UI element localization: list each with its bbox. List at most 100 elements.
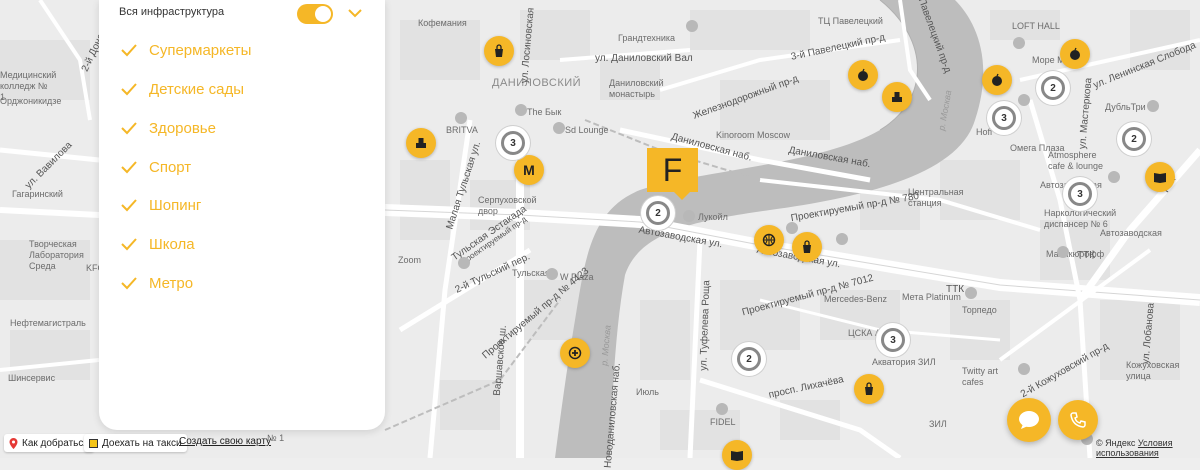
apple-icon	[1070, 47, 1080, 60]
poi-icon	[458, 257, 470, 269]
poi-icon	[686, 20, 698, 32]
poi-icon	[546, 268, 558, 280]
poi-label: LOFT HALL	[1012, 21, 1060, 31]
create-map-link[interactable]: Создать свою карту	[179, 436, 271, 447]
health-pin[interactable]	[1060, 39, 1090, 69]
kindergarten-pin[interactable]	[882, 82, 912, 112]
basketball-icon	[762, 233, 776, 247]
filter-label: Спорт	[149, 158, 192, 176]
poi-label: The Бык	[527, 107, 562, 117]
filter-label: Супермаркеты	[149, 41, 252, 59]
property-marker-letter: F	[662, 151, 683, 188]
book-icon	[1154, 173, 1166, 183]
health-pin[interactable]	[560, 338, 590, 368]
filter-label: Школа	[149, 235, 195, 253]
health-pin[interactable]	[982, 65, 1012, 95]
filter-sport[interactable]: Спорт	[121, 157, 191, 177]
poi-label: ДубльТри	[1105, 102, 1146, 112]
poi-label: ТЦ Павелецкий	[818, 16, 883, 26]
filter-shopping[interactable]: Шопинг	[121, 195, 201, 215]
poi-icon	[683, 210, 695, 222]
poi-label: Нефтемагистраль	[10, 318, 86, 328]
filter-kindergartens[interactable]: Детские сады	[121, 79, 244, 99]
poi-icon	[1147, 100, 1159, 112]
filter-school[interactable]: Школа	[121, 234, 195, 254]
metro-letter: М	[523, 162, 535, 178]
filter-supermarkets[interactable]: Супермаркеты	[121, 40, 251, 60]
filter-label: Здоровье	[149, 119, 216, 137]
checkmark-icon	[121, 82, 137, 95]
checkmark-icon	[121, 276, 137, 289]
blocks-icon	[416, 138, 426, 148]
poi-label: Лукойл	[698, 212, 728, 222]
copyright-text: © Яндекс	[1096, 438, 1136, 448]
poi-label: Июль	[636, 387, 659, 397]
poi-label: BRITVA	[446, 125, 478, 135]
filter-label: Шопинг	[149, 196, 202, 214]
blocks-icon	[892, 92, 902, 102]
supermarket-pin[interactable]	[484, 36, 514, 66]
cluster-marker[interactable]: 2	[732, 342, 766, 376]
metro-pin[interactable]: М	[514, 155, 544, 185]
shopping-pin[interactable]	[792, 232, 822, 262]
cluster-marker[interactable]: 3	[1063, 177, 1097, 211]
chat-bubble-icon	[1019, 411, 1039, 429]
directions-button[interactable]: Как добраться	[4, 434, 94, 452]
call-button[interactable]	[1058, 400, 1098, 440]
kindergarten-pin[interactable]	[406, 128, 436, 158]
cluster-marker[interactable]: 3	[496, 126, 530, 160]
poi-icon	[836, 233, 848, 245]
location-pin-icon	[9, 437, 18, 449]
poi-label: Грандтехника	[618, 33, 676, 43]
taxi-label: Доехать на такси	[102, 437, 182, 449]
cluster-marker[interactable]: 3	[876, 323, 910, 357]
poi-icon	[1057, 246, 1069, 258]
chat-button[interactable]	[1007, 398, 1051, 442]
infrastructure-filter-panel: Вся инфраструктура Супермаркеты Детские …	[99, 0, 385, 430]
sport-pin[interactable]	[754, 225, 784, 255]
all-infrastructure-toggle[interactable]	[297, 4, 333, 24]
filter-label: Метро	[149, 274, 194, 292]
metro-label: ЗИЛ	[929, 419, 947, 429]
checkmark-icon	[121, 198, 137, 211]
apple-icon	[992, 73, 1002, 86]
cluster-marker[interactable]: 2	[1117, 122, 1151, 156]
poi-label: Кофемания	[418, 18, 467, 28]
poi-label: Шинсервис	[8, 373, 56, 383]
filter-metro[interactable]: Метро	[121, 273, 193, 293]
chevron-down-icon[interactable]	[347, 6, 363, 20]
poi-label: Маникюрофф	[1046, 249, 1105, 259]
poi-icon	[1013, 37, 1025, 49]
toggle-knob	[315, 6, 331, 22]
poi-label: Мета Platinum	[902, 292, 961, 302]
cluster-marker[interactable]: 2	[1036, 71, 1070, 105]
all-infrastructure-label: Вся инфраструктура	[119, 6, 225, 18]
filter-health[interactable]: Здоровье	[121, 118, 216, 138]
school-pin[interactable]	[722, 440, 752, 470]
poi-icon	[515, 104, 527, 116]
health-pin[interactable]	[848, 60, 878, 90]
district-label: ДАНИЛОВСКИЙ	[492, 77, 582, 89]
poi-label: Творческая Лаборатория Среда	[29, 239, 84, 271]
shopping-bag-icon	[865, 382, 873, 395]
taxi-icon	[89, 438, 98, 448]
school-pin[interactable]	[1145, 162, 1175, 192]
checkmark-icon	[121, 121, 137, 134]
poi-icon	[1108, 171, 1120, 183]
poi-label: Даниловский монастырь	[609, 78, 664, 99]
poi-icon	[1018, 94, 1030, 106]
shopping-pin[interactable]	[854, 374, 884, 404]
cluster-marker[interactable]: 2	[641, 196, 675, 230]
poi-icon	[965, 287, 977, 299]
filter-label: Детские сады	[149, 80, 245, 98]
property-marker[interactable]: F	[647, 148, 698, 200]
poi-label: Наркологический диспансер № 6	[1044, 208, 1117, 229]
poi-label: Sd Lounge	[565, 125, 609, 135]
street-label: ул. Даниловский Вал	[595, 53, 693, 64]
poi-label: Twitty art cafes	[962, 366, 999, 387]
taxi-button[interactable]: Доехать на такси	[84, 434, 187, 452]
map-copyright: © Яндекс Условия использования	[1096, 438, 1200, 458]
directions-label: Как добраться	[22, 437, 89, 449]
cluster-marker[interactable]: 3	[987, 101, 1021, 135]
checkmark-icon	[121, 160, 137, 173]
